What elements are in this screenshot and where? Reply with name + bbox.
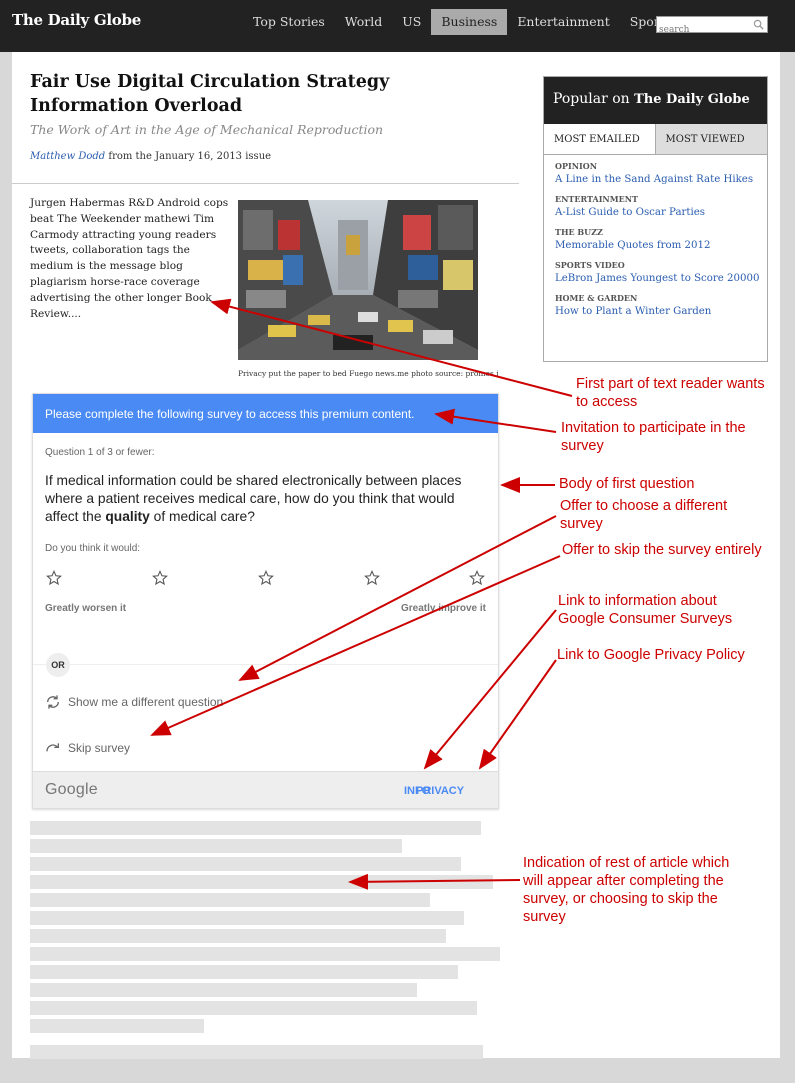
popular-tabs: MOST EMAILED MOST VIEWED: [544, 124, 767, 155]
scale-low-label: Greatly worsen it: [45, 603, 127, 614]
popular-link[interactable]: How to Plant a Winter Garden: [555, 304, 767, 319]
search-icon[interactable]: [753, 19, 764, 30]
annotation-question-body: Body of first question: [559, 476, 695, 492]
star-rating-3-icon[interactable]: [258, 570, 274, 586]
popular-list: OPINION A Line in the Sand Against Rate …: [544, 155, 767, 319]
annotation-rest-of-article: Indication of rest of article which will…: [523, 855, 730, 925]
author-link[interactable]: Matthew Dodd: [30, 151, 105, 162]
question-text-post: of medical care?: [149, 509, 255, 524]
popular-title-prefix: Popular on: [553, 91, 630, 107]
hidden-text-placeholder: [30, 1045, 483, 1059]
hidden-text-placeholder: [30, 875, 493, 889]
hidden-text-placeholder: [30, 1001, 477, 1015]
list-item: HOME & GARDEN How to Plant a Winter Gard…: [555, 293, 767, 319]
hidden-text-placeholder: [30, 983, 417, 997]
list-item: THE BUZZ Memorable Quotes from 2012: [555, 227, 767, 253]
list-item: OPINION A Line in the Sand Against Rate …: [555, 161, 767, 187]
article-subhead: The Work of Art in the Age of Mechanical…: [30, 122, 384, 137]
question-body: If medical information could be shared e…: [45, 472, 485, 526]
popular-link[interactable]: A-List Guide to Oscar Parties: [555, 205, 767, 220]
category-label: HOME & GARDEN: [555, 293, 638, 303]
hidden-text-placeholder: [30, 965, 458, 979]
privacy-link[interactable]: PRIVACY: [416, 785, 464, 797]
question-count: Question 1 of 3 or fewer:: [45, 447, 155, 458]
question-text-bold: quality: [105, 509, 150, 524]
popular-header: Popular on The Daily Globe: [544, 77, 767, 124]
popular-title-brand: The Daily Globe: [634, 92, 750, 107]
main-nav: Top Stories World US Business Entertainm…: [243, 9, 681, 35]
skip-arrow-icon: [46, 743, 59, 752]
popular-link[interactable]: A Line in the Sand Against Rate Hikes: [555, 172, 767, 187]
search-box: [656, 16, 768, 38]
article-lede: Jurgen Habermas R&D Android cops beat Th…: [30, 197, 229, 320]
star-rating-1-icon[interactable]: [46, 570, 62, 586]
hidden-text-placeholder: [30, 839, 402, 853]
photo-caption: Privacy put the paper to bed Fuego news.…: [238, 369, 498, 378]
skip-survey-label: Skip survey: [68, 741, 131, 755]
divider: [12, 183, 519, 184]
list-item: ENTERTAINMENT A-List Guide to Oscar Part…: [555, 194, 767, 220]
site-logo[interactable]: The Daily Globe: [12, 11, 141, 29]
popular-link[interactable]: Memorable Quotes from 2012: [555, 238, 767, 253]
popular-widget: Popular on The Daily Globe MOST EMAILED …: [543, 76, 768, 362]
annotation-invitation: Invitation to participate in the survey: [561, 420, 746, 454]
category-label: ENTERTAINMENT: [555, 194, 638, 204]
annotation-first-text: First part of text reader wants to acces…: [576, 376, 765, 410]
search-input[interactable]: [657, 22, 747, 38]
annotation-skip-survey: Offer to skip the survey entirely: [562, 542, 762, 558]
or-badge: OR: [46, 653, 70, 677]
hidden-text-placeholder: [30, 893, 430, 907]
article-headline: Fair Use Digital Circulation Strategy In…: [30, 72, 390, 116]
survey-banner: Please complete the following survey to …: [33, 394, 498, 433]
nav-business[interactable]: Business: [431, 9, 508, 35]
byline: Matthew Dodd from the January 16, 2013 i…: [30, 151, 271, 162]
star-rating-2-icon[interactable]: [152, 570, 168, 586]
hidden-text-placeholder: [30, 1019, 204, 1033]
hidden-text-placeholder: [30, 821, 481, 835]
tab-most-emailed[interactable]: MOST EMAILED: [544, 124, 656, 154]
top-navigation-bar: The Daily Globe Top Stories World US Bus…: [0, 0, 795, 52]
star-rating-4-icon[interactable]: [364, 570, 380, 586]
nav-top-stories[interactable]: Top Stories: [243, 9, 335, 35]
tab-most-viewed[interactable]: MOST VIEWED: [655, 124, 767, 154]
different-question-label: Show me a different question: [68, 695, 224, 709]
refresh-icon: [47, 695, 59, 709]
survey-widget: Please complete the following survey to …: [32, 393, 499, 809]
question-prompt: Do you think it would:: [45, 543, 141, 554]
category-label: OPINION: [555, 161, 598, 171]
nav-world[interactable]: World: [335, 9, 393, 35]
category-label: SPORTS VIDEO: [555, 260, 625, 270]
nav-entertainment[interactable]: Entertainment: [507, 9, 619, 35]
or-divider: [33, 664, 498, 665]
hidden-text-placeholder: [30, 947, 500, 961]
page-footer-strip: [0, 1058, 795, 1083]
popular-link[interactable]: LeBron James Youngest to Score 20000: [555, 271, 767, 286]
scale-high-label: Greatly improve it: [400, 603, 486, 614]
google-logo: Google: [45, 781, 98, 798]
hidden-text-placeholder: [30, 857, 461, 871]
annotation-privacy-link: Link to Google Privacy Policy: [557, 647, 745, 663]
survey-footer: Google INFO PRIVACY: [33, 771, 498, 808]
star-rating-5-icon[interactable]: [469, 570, 485, 586]
category-label: THE BUZZ: [555, 227, 603, 237]
hidden-text-placeholder: [30, 929, 446, 943]
hidden-text-placeholder: [30, 911, 464, 925]
article-photo: [238, 200, 478, 360]
annotation-different-survey: Offer to choose a different survey: [560, 498, 728, 532]
issue-date: from the January 16, 2013 issue: [108, 151, 272, 162]
annotation-info-link: Link to information about Google Consume…: [558, 593, 733, 627]
different-question-button[interactable]: Show me a different question: [45, 694, 223, 710]
skip-survey-button[interactable]: Skip survey: [45, 740, 130, 756]
nav-us[interactable]: US: [392, 9, 431, 35]
list-item: SPORTS VIDEO LeBron James Youngest to Sc…: [555, 260, 767, 286]
